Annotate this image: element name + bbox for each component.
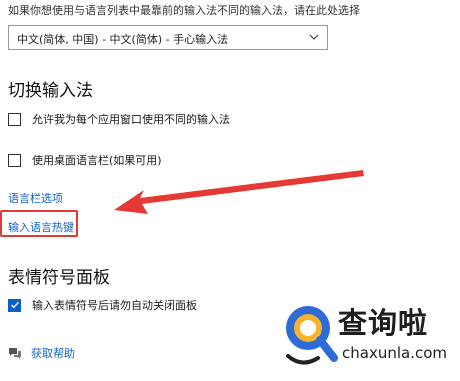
- watermark: 查询啦 chaxunla.com: [282, 298, 460, 381]
- desktop-language-bar-label: 使用桌面语言栏(如果可用): [32, 154, 162, 167]
- chevron-down-icon: [309, 34, 319, 40]
- ime-intro-text: 如果你想使用与语言列表中最靠前的输入法不同的输入法，请在此处选择: [8, 4, 360, 17]
- help-chat-icon: [9, 348, 21, 359]
- emoji-panel-heading: 表情符号面板: [8, 268, 110, 288]
- emoji-panel-label: 输入表情符号后请勿自动关闭面板: [32, 299, 197, 312]
- per-app-ime-option[interactable]: 允许我为每个应用窗口使用不同的输入法: [8, 111, 230, 127]
- watermark-url: chaxunla.com: [342, 344, 447, 362]
- magnifier-logo-icon: [286, 306, 338, 365]
- emoji-panel-checkbox[interactable]: [8, 298, 21, 312]
- desktop-language-bar-option[interactable]: 使用桌面语言栏(如果可用): [8, 152, 162, 168]
- default-ime-dropdown-value: 中文(简体, 中国) - 中文(简体) - 手心输入法: [17, 33, 229, 46]
- per-app-ime-label: 允许我为每个应用窗口使用不同的输入法: [32, 113, 230, 126]
- checkmark-icon: [10, 301, 19, 309]
- get-help-link[interactable]: 获取帮助: [31, 345, 75, 361]
- get-help-row[interactable]: 获取帮助: [8, 345, 75, 361]
- language-bar-options-link[interactable]: 语言栏选项: [8, 190, 63, 206]
- watermark-logo-text: 查询啦: [338, 306, 429, 340]
- default-ime-dropdown[interactable]: 中文(简体, 中国) - 中文(简体) - 手心输入法: [8, 25, 328, 50]
- red-arrow-annotation: [114, 170, 364, 214]
- desktop-language-bar-checkbox[interactable]: [8, 153, 21, 167]
- emoji-panel-option[interactable]: 输入表情符号后请勿自动关闭面板: [8, 297, 197, 313]
- highlight-box: [0, 210, 78, 237]
- per-app-ime-checkbox[interactable]: [8, 112, 21, 126]
- switch-ime-heading: 切换输入法: [8, 81, 93, 101]
